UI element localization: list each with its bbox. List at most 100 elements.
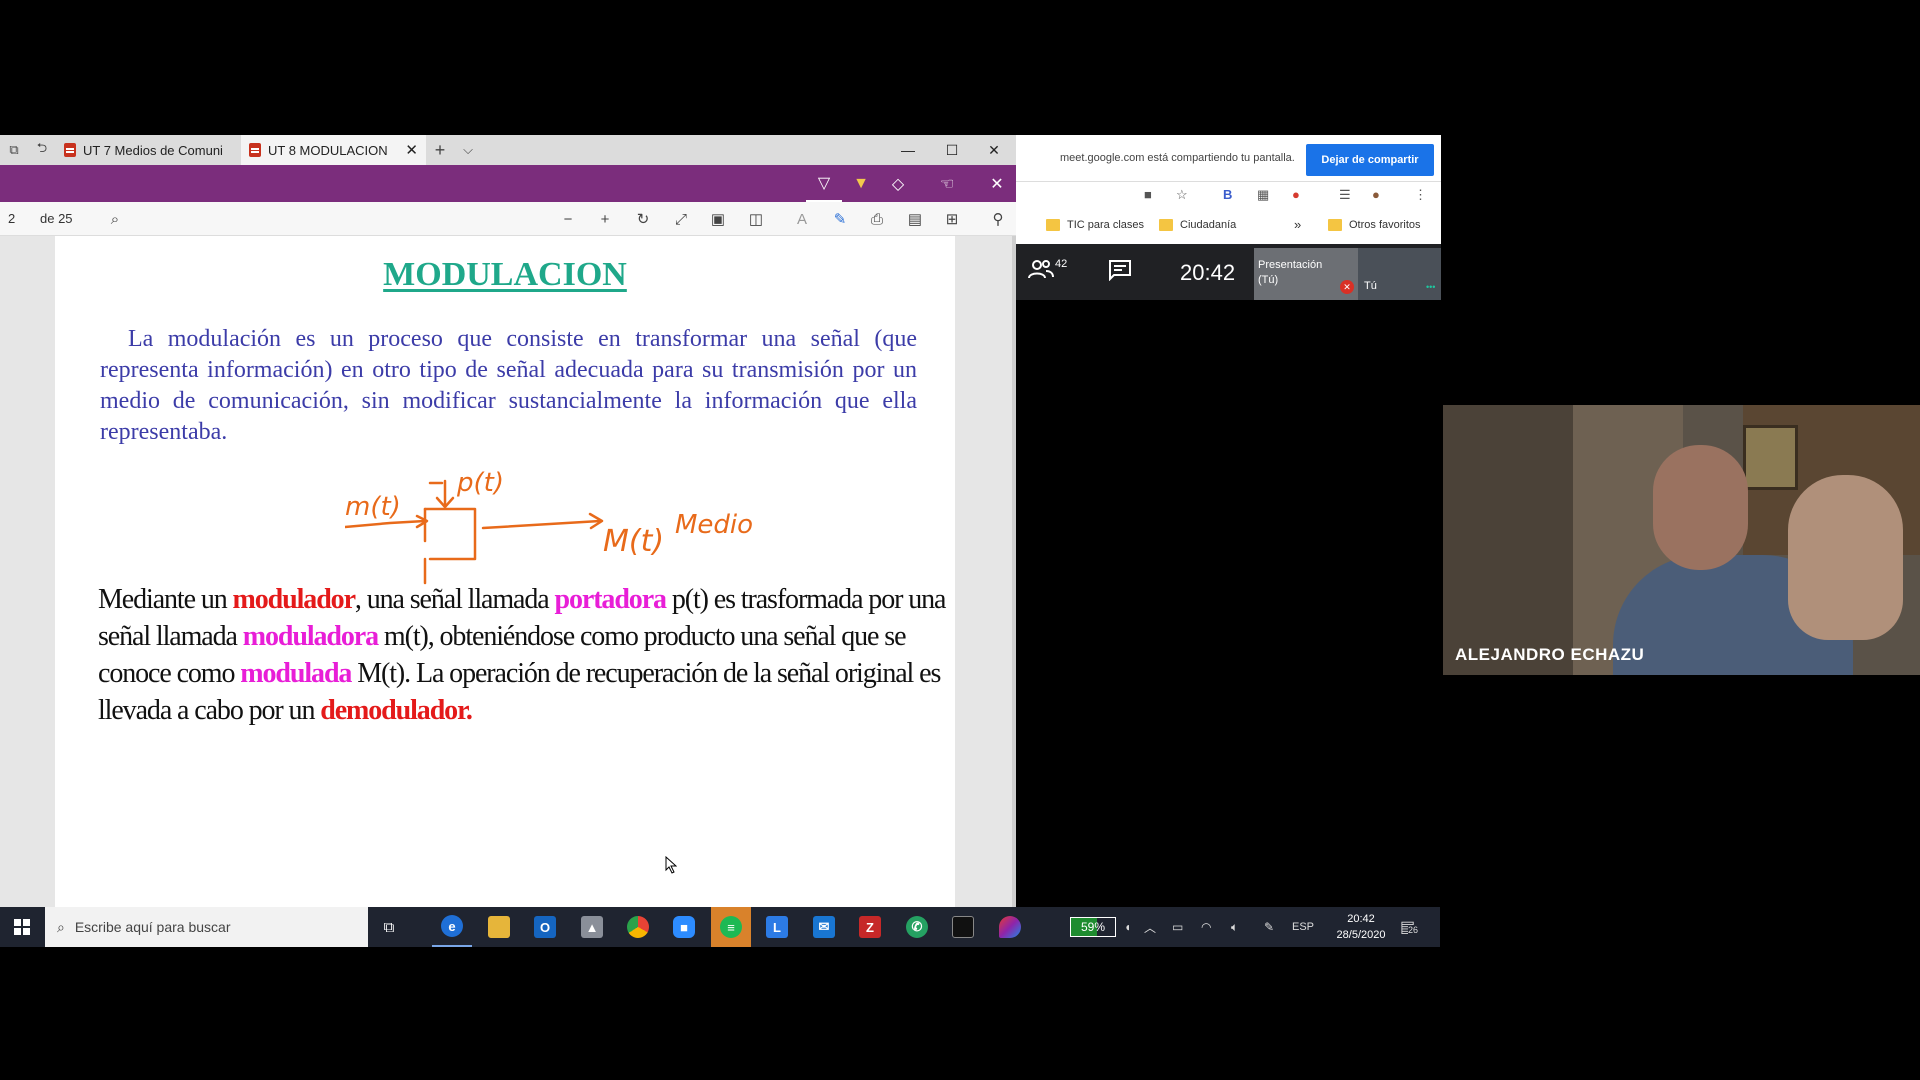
language-indicator[interactable]: ESP <box>1292 907 1314 947</box>
document-area: MODULACION La modulación es un proceso q… <box>0 236 1016 907</box>
zoom-out-icon[interactable]: − <box>553 202 583 236</box>
volume-icon[interactable]: 🔈︎ <box>1231 907 1238 947</box>
filezilla-app[interactable]: Z <box>850 907 890 947</box>
handwritten-input: m(t) <box>345 492 401 522</box>
term-modulada: modulada <box>240 658 352 689</box>
tab-actions-icon[interactable]: ⧉ <box>0 135 28 165</box>
playlist-icon[interactable]: ☰ <box>1339 187 1351 203</box>
chat-button[interactable] <box>1108 259 1132 281</box>
page-total: de 25 <box>40 211 73 226</box>
extension-b-icon[interactable]: B <box>1223 187 1232 202</box>
chrome-app[interactable] <box>618 907 658 947</box>
audio-level-icon: ••• <box>1426 282 1436 292</box>
notifications-button[interactable]: ▤26 <box>1400 907 1419 947</box>
save-as-icon[interactable]: ⊞ <box>937 202 967 236</box>
fit-page-icon[interactable]: ⤢ <box>666 202 696 236</box>
mic-off-icon: ✕ <box>1340 280 1354 294</box>
pen-icon[interactable]: ▽ <box>806 165 842 202</box>
minimize-icon[interactable]: — <box>886 135 930 165</box>
stop-sharing-button[interactable]: Dejar de compartir <box>1306 144 1434 176</box>
touch-write-icon[interactable]: ☜ <box>929 165 965 202</box>
find-icon[interactable]: ⌕ <box>100 202 130 236</box>
term-modulador: modulador <box>232 584 356 615</box>
whatsapp-icon: ✆ <box>906 916 928 938</box>
bookmark-ciudadania[interactable]: Ciudadanía <box>1159 219 1236 231</box>
grid-icon[interactable]: ▦ <box>1257 187 1269 203</box>
bookmarks-more-icon[interactable]: » <box>1294 217 1301 232</box>
paint-app[interactable] <box>990 907 1030 947</box>
exit-ink-icon[interactable]: ✕ <box>979 165 1015 202</box>
meet-controls: 42 20:42 Presentación (Tú) ✕ Tú ••• <box>1016 244 1441 300</box>
two-page-icon[interactable]: ◫ <box>741 202 771 236</box>
mail-app[interactable]: ✉ <box>804 907 844 947</box>
bookmark-otros[interactable]: Otros favoritos <box>1328 219 1421 231</box>
handwritten-diagram: m(t) p(t) M(t) Medio <box>345 471 753 585</box>
video-background <box>1443 405 1573 675</box>
print-icon[interactable]: ⎙ <box>862 202 892 236</box>
search-icon: ⌕ <box>57 918 65 935</box>
whatsapp-app[interactable]: ✆ <box>897 907 937 947</box>
camera-icon[interactable]: ■ <box>1144 187 1152 202</box>
page-view-icon[interactable]: ▣ <box>703 202 733 236</box>
rotate-icon[interactable]: ↻ <box>628 202 658 236</box>
p2-text: . <box>465 695 473 726</box>
more-vert-icon[interactable]: ⋮ <box>1414 187 1427 203</box>
tray-icon[interactable]: ◖ <box>1124 907 1131 947</box>
tab-label: UT 8 MODULACION <box>268 142 388 158</box>
close-window-icon[interactable]: ✕ <box>972 135 1016 165</box>
definition-paragraph: La modulación es un proceso que consiste… <box>100 326 917 445</box>
star-icon[interactable]: ☆ <box>1176 187 1188 203</box>
camera-tray-icon[interactable]: ▭ <box>1172 907 1183 947</box>
folder-icon <box>1046 219 1060 231</box>
pdf-icon <box>249 143 261 157</box>
participants-button[interactable]: 42 <box>1028 258 1067 280</box>
taskbar-search[interactable]: ⌕ Escribe aquí para buscar <box>45 907 368 947</box>
tab-back-icon[interactable]: ⮌ <box>28 135 56 165</box>
presentation-tile[interactable]: Presentación (Tú) ✕ Tú ••• <box>1254 248 1441 300</box>
term-demodulador: demodulador <box>320 695 467 726</box>
pin-icon[interactable]: ⚲ <box>983 202 1013 236</box>
start-button[interactable] <box>2 907 42 947</box>
app-generic[interactable]: ▲ <box>572 907 612 947</box>
read-aloud-icon[interactable]: A <box>787 202 817 236</box>
zoom-in-icon[interactable]: + <box>590 202 620 236</box>
zoom-app[interactable]: ■ <box>664 907 704 947</box>
taskbar-clock[interactable]: 20:42 28/5/2020 <box>1326 911 1396 943</box>
bookmark-label: TIC para clases <box>1067 219 1145 231</box>
l-app[interactable]: L <box>757 907 797 947</box>
new-tab-icon[interactable]: + <box>426 135 454 165</box>
page-title: MODULACION <box>383 256 627 293</box>
outlook-app[interactable]: O <box>525 907 565 947</box>
clock-time: 20:42 <box>1347 913 1375 925</box>
draw-icon[interactable]: ✎ <box>825 202 855 236</box>
scrollbar[interactable] <box>1012 236 1016 907</box>
handwritten-output: M(t) <box>603 524 664 559</box>
tab-ut7[interactable]: UT 7 Medios de Comuni <box>56 135 241 165</box>
battery-indicator[interactable]: 59% <box>1070 917 1116 937</box>
mouse-cursor-icon <box>665 856 677 874</box>
save-icon[interactable]: ▤ <box>900 202 930 236</box>
page-number-input[interactable]: 2 <box>8 211 15 226</box>
chevron-down-icon[interactable]: ⌵ <box>454 135 482 165</box>
maximize-icon[interactable]: ☐ <box>930 135 974 165</box>
eraser-icon[interactable]: ◇ <box>880 165 916 202</box>
pen-tray-icon[interactable]: ✎ <box>1264 907 1274 947</box>
bookmarks-bar: TIC para clases Ciudadanía » Otros favor… <box>1016 208 1441 244</box>
close-tab-icon[interactable]: ✕ <box>405 141 418 159</box>
chevron-up-icon[interactable]: ︿ <box>1144 907 1156 947</box>
bookmark-tic[interactable]: TIC para clases <box>1046 219 1144 231</box>
notification-icon: ▤26 <box>1400 917 1419 937</box>
tab-ut8[interactable]: UT 8 MODULACION ✕ <box>241 135 426 165</box>
edge-app[interactable]: e <box>432 907 472 947</box>
shield-icon[interactable]: ● <box>1292 187 1300 202</box>
modulation-paragraph: Mediante un modulador, una señal llamada… <box>98 581 948 729</box>
pdf-browser-window: ⧉ ⮌ UT 7 Medios de Comuni UT 8 MODULACIO… <box>0 135 1016 907</box>
highlighter-icon[interactable]: ▼ <box>843 165 879 202</box>
folder-icon <box>1328 219 1342 231</box>
wifi-icon[interactable]: ◠ <box>1201 907 1211 947</box>
file-explorer-app[interactable] <box>479 907 519 947</box>
task-view-button[interactable]: ⧉ <box>369 907 409 947</box>
terminal-app[interactable] <box>943 907 983 947</box>
spotify-app[interactable]: ≡ <box>711 907 751 947</box>
avatar[interactable]: ● <box>1372 187 1380 202</box>
